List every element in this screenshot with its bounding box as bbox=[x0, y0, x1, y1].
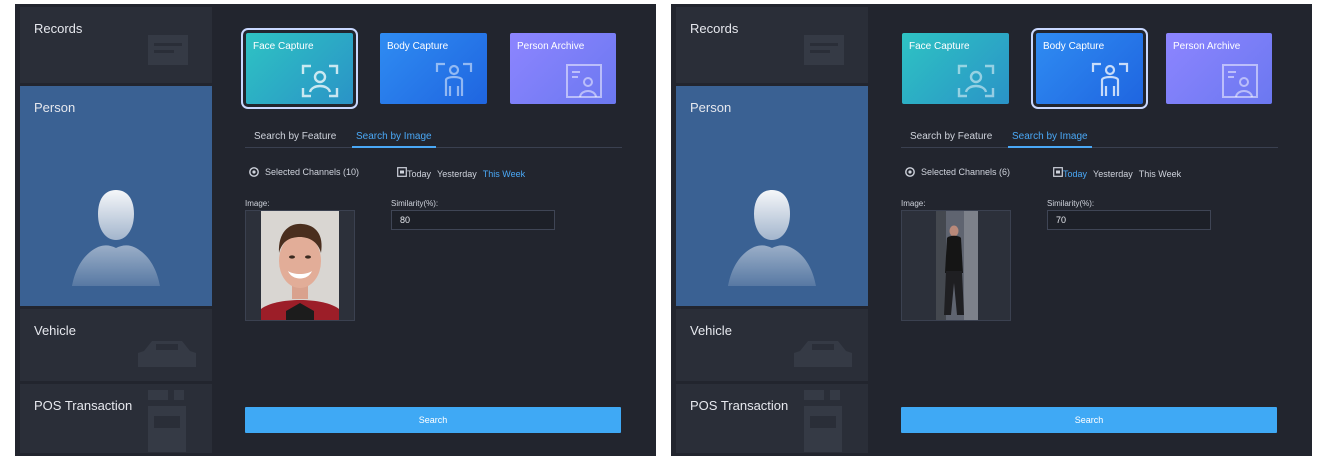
person-silhouette-icon bbox=[728, 190, 816, 286]
sidebar-item-person[interactable]: Person bbox=[676, 86, 868, 306]
archive-card-icon bbox=[566, 64, 602, 98]
body-scan-icon bbox=[435, 62, 473, 96]
image-label: Image: bbox=[901, 199, 926, 208]
date-today[interactable]: Today bbox=[407, 169, 431, 179]
selected-channels-text: Selected Channels (6) bbox=[921, 167, 1011, 177]
sidebar: Records Person Vehicle POS Transaction bbox=[676, 7, 868, 453]
records-icon bbox=[804, 35, 844, 65]
tab-search-by-feature[interactable]: Search by Feature bbox=[910, 131, 992, 142]
image-upload-box[interactable] bbox=[245, 210, 355, 321]
search-main: Face Capture Body Capture Person Archive… bbox=[240, 4, 650, 456]
face-scan-icon bbox=[301, 64, 339, 98]
image-label: Image: bbox=[245, 199, 270, 208]
archive-card-icon bbox=[1222, 64, 1258, 98]
image-upload-box[interactable] bbox=[901, 210, 1011, 321]
sidebar-item-records[interactable]: Records bbox=[676, 7, 868, 83]
pos-terminal-icon bbox=[804, 390, 842, 452]
sidebar-item-label: Person bbox=[34, 100, 76, 115]
sidebar-item-label: Vehicle bbox=[34, 323, 76, 338]
sidebar-item-person[interactable]: Person bbox=[20, 86, 212, 306]
sidebar-item-label: Records bbox=[690, 21, 739, 36]
similarity-input[interactable]: 80 bbox=[391, 210, 555, 230]
face-capture-label: Face Capture bbox=[253, 41, 314, 52]
calendar-icon[interactable] bbox=[1053, 167, 1063, 177]
search-mode-tabs: Search by Feature Search by Image bbox=[901, 131, 1278, 148]
body-capture-card[interactable]: Body Capture bbox=[1031, 28, 1148, 109]
search-main: Face Capture Body Capture Person Archive… bbox=[896, 4, 1306, 456]
search-mode-tabs: Search by Feature Search by Image bbox=[245, 131, 622, 148]
sidebar-item-label: Person bbox=[690, 100, 732, 115]
full-body-photo bbox=[936, 211, 978, 320]
tab-search-by-image[interactable]: Search by Image bbox=[1008, 131, 1092, 148]
similarity-label: Similarity(%): bbox=[391, 199, 439, 208]
sidebar-item-vehicle[interactable]: Vehicle bbox=[20, 309, 212, 381]
records-icon bbox=[148, 35, 188, 65]
date-yesterday[interactable]: Yesterday bbox=[1093, 169, 1133, 179]
pos-terminal-icon bbox=[148, 390, 186, 452]
date-range-selector: Today Yesterday This Week bbox=[397, 167, 531, 179]
face-capture-card[interactable]: Face Capture bbox=[902, 33, 1009, 104]
similarity-label: Similarity(%): bbox=[1047, 199, 1095, 208]
car-icon bbox=[138, 341, 196, 367]
date-this-week[interactable]: This Week bbox=[483, 169, 525, 179]
sidebar: Records Person Vehicle POS Transaction bbox=[20, 7, 212, 453]
sidebar-item-label: POS Transaction bbox=[34, 398, 133, 413]
person-archive-label: Person Archive bbox=[517, 41, 585, 52]
similarity-input[interactable]: 70 bbox=[1047, 210, 1211, 230]
date-yesterday[interactable]: Yesterday bbox=[437, 169, 477, 179]
date-today[interactable]: Today bbox=[1063, 169, 1087, 179]
person-silhouette-icon bbox=[72, 190, 160, 286]
sidebar-item-label: POS Transaction bbox=[690, 398, 789, 413]
sidebar-item-records[interactable]: Records bbox=[20, 7, 212, 83]
tab-search-by-feature[interactable]: Search by Feature bbox=[254, 131, 336, 142]
selected-channels-text: Selected Channels (10) bbox=[265, 167, 360, 177]
person-archive-label: Person Archive bbox=[1173, 41, 1241, 52]
calendar-icon[interactable] bbox=[397, 167, 407, 177]
face-capture-card[interactable]: Face Capture bbox=[241, 28, 358, 109]
car-icon bbox=[794, 341, 852, 367]
date-this-week[interactable]: This Week bbox=[1139, 169, 1181, 179]
date-range-selector: Today Yesterday This Week bbox=[1053, 167, 1187, 179]
person-archive-card[interactable]: Person Archive bbox=[510, 33, 616, 104]
search-button[interactable]: Search bbox=[901, 407, 1277, 433]
sidebar-item-vehicle[interactable]: Vehicle bbox=[676, 309, 868, 381]
person-search-panel-body: Records Person Vehicle POS Transaction F… bbox=[671, 4, 1312, 456]
tab-search-by-image[interactable]: Search by Image bbox=[352, 131, 436, 148]
body-scan-icon bbox=[1091, 62, 1129, 96]
location-pin-icon bbox=[249, 167, 259, 177]
sidebar-item-label: Vehicle bbox=[690, 323, 732, 338]
body-capture-label: Body Capture bbox=[1043, 41, 1105, 52]
face-capture-label: Face Capture bbox=[909, 41, 970, 52]
face-portrait-photo bbox=[261, 211, 339, 320]
location-pin-icon bbox=[905, 167, 915, 177]
person-archive-card[interactable]: Person Archive bbox=[1166, 33, 1272, 104]
person-search-panel-face: Records Person Vehicle POS Transaction F… bbox=[15, 4, 656, 456]
face-scan-icon bbox=[957, 64, 995, 98]
search-button[interactable]: Search bbox=[245, 407, 621, 433]
sidebar-item-label: Records bbox=[34, 21, 83, 36]
channel-selector[interactable]: Selected Channels (6) bbox=[905, 167, 1010, 177]
sidebar-item-pos-transaction[interactable]: POS Transaction bbox=[676, 384, 868, 453]
sidebar-item-pos-transaction[interactable]: POS Transaction bbox=[20, 384, 212, 453]
body-capture-card[interactable]: Body Capture bbox=[380, 33, 487, 104]
body-capture-label: Body Capture bbox=[387, 41, 449, 52]
channel-selector[interactable]: Selected Channels (10) bbox=[249, 167, 359, 177]
